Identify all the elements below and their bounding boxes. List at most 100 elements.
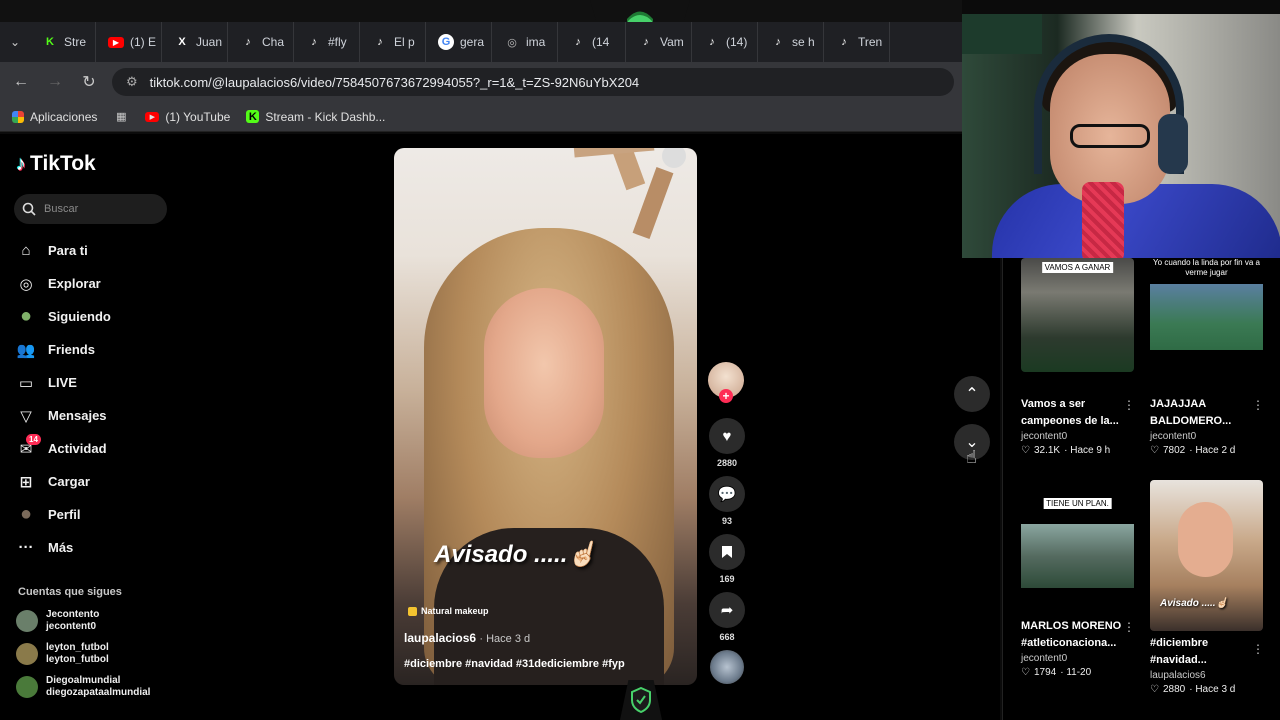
bookmark-kick[interactable]: K Stream - Kick Dashb...: [246, 110, 385, 124]
video-player[interactable]: Avisado .....☝🏻 Natural makeup laupalaci…: [394, 148, 697, 685]
sidebar-item-actividad[interactable]: ✉ Actividad 14: [16, 432, 166, 465]
more-icon: ···: [18, 539, 34, 556]
sidebar-item-live[interactable]: ▭ LIVE: [16, 366, 166, 399]
heart-outline-icon: ♡: [1021, 445, 1030, 456]
previous-video-button[interactable]: ⌃: [954, 376, 990, 412]
more-options-icon[interactable]: ⋮: [1252, 642, 1264, 656]
bookmark-apps[interactable]: Aplicaciones: [12, 110, 97, 124]
video-subject-face: [484, 288, 604, 458]
comment-action: 💬 93: [708, 476, 746, 526]
browser-tab[interactable]: ♪ El p: [360, 22, 426, 62]
related-card[interactable]: VAMOS A GANAR ⋮ Vamos a ser campeones de…: [1021, 258, 1137, 456]
related-title: Vamos a ser campeones de la...: [1021, 398, 1119, 427]
sidebar-item-para-ti[interactable]: ⌂ Para ti: [16, 234, 166, 267]
forward-button[interactable]: →: [38, 73, 72, 91]
browser-tab[interactable]: Ggera: [426, 22, 492, 62]
sidebar-item-label: Siguiendo: [48, 309, 111, 324]
sidebar-item-cargar[interactable]: ⊞ Cargar: [16, 465, 166, 498]
sidebar-item-mensajes[interactable]: ▽ Mensajes: [16, 399, 166, 432]
sidebar-item-siguiendo[interactable]: ● Siguiendo: [16, 300, 166, 333]
related-card[interactable]: Yo cuando la linda por fin va a verme ju…: [1150, 258, 1266, 456]
search-icon: [22, 202, 36, 216]
thumbnail-caption: TIENE UN PLAN.: [1043, 498, 1112, 509]
follow-plus-icon[interactable]: +: [719, 389, 733, 403]
tab-title: #fly: [328, 35, 347, 49]
more-options-icon[interactable]: ⋮: [1123, 398, 1135, 412]
comment-icon[interactable]: 💬: [709, 476, 745, 512]
following-item[interactable]: Jecontento jecontent0: [16, 604, 150, 637]
avatar: [16, 642, 38, 665]
back-button[interactable]: ←: [4, 73, 38, 91]
tab-search-button[interactable]: ⌄: [0, 22, 30, 62]
save-count: 169: [719, 574, 735, 584]
youtube-icon: ▶: [145, 111, 160, 122]
related-card[interactable]: Avisado .....☝🏻 ⋮ #diciembre #navidad...…: [1150, 480, 1266, 695]
tab-title: se h: [792, 35, 815, 49]
author-avatar[interactable]: +: [708, 362, 744, 403]
bookmark-label: Aplicaciones: [30, 109, 98, 124]
related-stats: ♡ 2880 · Hace 3 d: [1150, 684, 1266, 695]
video-hashtags[interactable]: #diciembre #navidad #31dediciembre #fyp: [404, 658, 625, 670]
related-card[interactable]: TIENE UN PLAN. ⋮ MARLOS MORENO #atletico…: [1021, 480, 1137, 678]
sidebar-item-más[interactable]: ··· Más: [16, 531, 166, 564]
browser-tab[interactable]: ♪ Tren: [824, 22, 890, 62]
streamer-webcam: [962, 14, 1280, 258]
related-author: jecontent0: [1021, 653, 1068, 664]
browser-tab[interactable]: ▶ (1) E: [96, 22, 162, 62]
bookmark-youtube[interactable]: ▶ (1) YouTube: [145, 110, 230, 124]
video-overlay-text: Avisado .....☝🏻: [434, 541, 598, 568]
bookmark-icon[interactable]: [709, 534, 745, 570]
video-author[interactable]: laupalacios6 · Hace 3 d: [404, 631, 530, 645]
friends-icon: 👥: [16, 341, 36, 359]
avatar: [16, 609, 38, 632]
following-item[interactable]: Diegoalmundial diegozapataalmundial: [16, 670, 150, 703]
following-item[interactable]: leyton_futbol leyton_futbol: [16, 637, 150, 670]
home-icon: ⌂: [21, 242, 31, 259]
site-info-icon[interactable]: ⚙: [126, 74, 138, 90]
more-options-icon[interactable]: ⋮: [1252, 398, 1264, 412]
browser-tab[interactable]: K Stre: [30, 22, 96, 62]
globe-icon: ◎: [507, 36, 517, 49]
heart-icon[interactable]: ♥: [709, 418, 745, 454]
browser-toolbar: ← → ↻ ⚙ tiktok.com/@laupalacios6/video/7…: [0, 62, 962, 102]
tab-title: Stre: [64, 35, 87, 49]
related-title: #diciembre #navidad...: [1150, 637, 1209, 666]
browser-tab[interactable]: ♪ Cha: [228, 22, 294, 62]
sidebar-item-friends[interactable]: 👥 Friends: [16, 333, 166, 366]
browser-tab[interactable]: ♪ se h: [758, 22, 824, 62]
browser-tab[interactable]: X Juan: [162, 22, 228, 62]
profile-icon: ●: [19, 503, 33, 525]
browser-tab[interactable]: ◎ ima: [492, 22, 558, 62]
related-title: MARLOS MORENO #atleticonaciona...: [1021, 620, 1122, 649]
share-icon[interactable]: ➦: [709, 592, 745, 628]
share-count: 668: [719, 632, 735, 642]
video-actions: + ♥ 2880 💬 93 169 ➦ 668: [708, 362, 746, 684]
music-disc-icon[interactable]: [710, 650, 744, 684]
following-handle: jecontent0: [46, 620, 97, 632]
browser-tab[interactable]: ♪ (14): [692, 22, 758, 62]
address-bar[interactable]: ⚙ tiktok.com/@laupalacios6/video/7584507…: [112, 68, 954, 96]
tab-title: El p: [394, 35, 415, 49]
sidebar-item-label: Cargar: [48, 474, 90, 489]
tab-title: Vam: [660, 35, 684, 49]
sidebar-item-perfil[interactable]: ● Perfil: [16, 498, 166, 531]
related-stats: ♡ 7802 · Hace 2 d: [1150, 445, 1266, 456]
sidebar-item-explorar[interactable]: ◎ Explorar: [16, 267, 166, 300]
sidebar-item-label: Friends: [48, 342, 95, 357]
search-box[interactable]: [14, 194, 167, 224]
bookmark-grid[interactable]: ▦: [113, 109, 129, 125]
browser-tab[interactable]: ♪ #fly: [294, 22, 360, 62]
video-tag[interactable]: Natural makeup: [408, 606, 489, 616]
search-input[interactable]: [44, 203, 154, 215]
related-likes: 2880: [1162, 684, 1186, 695]
browser-tab[interactable]: ♪ (14: [558, 22, 626, 62]
tab-title: (14): [726, 35, 748, 49]
more-options-icon[interactable]: ⋮: [1123, 620, 1135, 634]
messages-icon: ▽: [20, 407, 32, 425]
bookmark-label: (1) YouTube: [165, 109, 231, 124]
sidebar-item-label: Perfil: [48, 507, 81, 522]
reload-button[interactable]: ↻: [72, 72, 106, 92]
live-icon: ▭: [18, 374, 34, 392]
tiktok-logo[interactable]: ♪ TikTok: [16, 152, 96, 176]
browser-tab[interactable]: ♪ Vam: [626, 22, 692, 62]
